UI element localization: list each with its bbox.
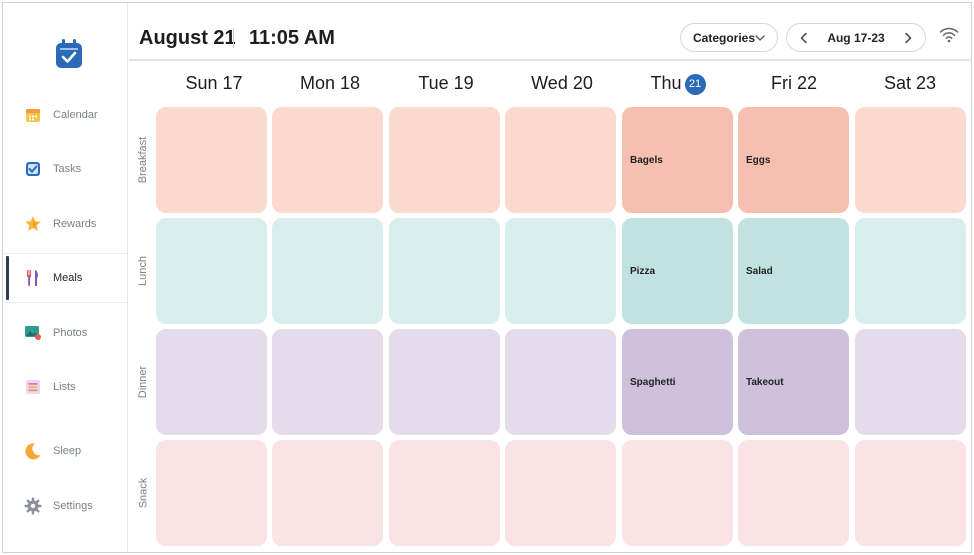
calendar-icon xyxy=(23,105,43,125)
day-label: Tue 19 xyxy=(418,73,474,93)
meal-cell[interactable]: Pizza xyxy=(622,218,733,324)
sidebar-item-photos[interactable]: Photos xyxy=(3,308,127,358)
today-badge: 21 xyxy=(684,74,706,95)
meal-cell[interactable] xyxy=(855,218,966,324)
app-logo-icon[interactable] xyxy=(54,38,84,70)
meal-cell[interactable] xyxy=(738,440,849,546)
meal-cell[interactable] xyxy=(272,440,383,546)
day-label: Sun 17 xyxy=(185,73,243,93)
meal-cell[interactable] xyxy=(272,329,383,435)
sidebar-item-label: Photos xyxy=(53,327,88,339)
star-icon xyxy=(23,214,43,234)
sidebar-item-meals[interactable]: Meals xyxy=(3,253,127,303)
chevron-right-icon[interactable] xyxy=(901,31,915,48)
categories-label: Categories xyxy=(693,30,756,45)
sidebar-item-label: Meals xyxy=(53,272,83,284)
meal-name: Bagels xyxy=(630,155,663,166)
day-label: Wed 20 xyxy=(531,73,593,93)
meal-cell[interactable]: Salad xyxy=(738,218,849,324)
gear-icon xyxy=(23,496,43,516)
row-label-breakfast: Breakfast xyxy=(129,107,157,213)
checkbox-icon xyxy=(23,159,43,179)
meal-cell[interactable]: Eggs xyxy=(738,107,849,213)
sidebar-item-label: Settings xyxy=(53,500,93,512)
meal-type-label: Dinner xyxy=(137,365,149,399)
sidebar-item-tasks[interactable]: Tasks xyxy=(3,144,127,194)
sidebar-item-rewards[interactable]: Rewards xyxy=(3,199,127,249)
meal-name: Eggs xyxy=(746,155,771,166)
meal-cell[interactable] xyxy=(156,107,267,213)
sidebar-item-calendar[interactable]: Calendar xyxy=(3,90,127,140)
day-header-thu: Thu 21 xyxy=(622,73,734,95)
day-header-sat: Sat 23 xyxy=(854,73,966,94)
row-label-lunch: Lunch xyxy=(129,218,157,324)
day-label: Mon 18 xyxy=(299,73,361,93)
fork-knife-icon xyxy=(23,268,43,288)
meal-name: Pizza xyxy=(630,266,656,277)
sidebar-item-label: Lists xyxy=(53,381,76,393)
row-label-dinner: Dinner xyxy=(129,329,157,435)
day-label: Thu xyxy=(650,73,682,93)
meal-cell[interactable] xyxy=(505,218,616,324)
meal-cell[interactable] xyxy=(855,440,966,546)
meal-cell[interactable] xyxy=(272,218,383,324)
meal-type-label: Lunch xyxy=(137,256,150,286)
meal-cell[interactable] xyxy=(272,107,383,213)
sidebar-item-sleep[interactable]: Sleep xyxy=(3,426,127,476)
meal-cell[interactable] xyxy=(156,440,267,546)
meal-name: Takeout xyxy=(746,377,784,388)
day-header-wed: Wed 20 xyxy=(506,73,618,94)
meal-cell[interactable] xyxy=(389,440,500,546)
row-label-snack: Snack xyxy=(129,440,157,546)
sidebar-item-label: Sleep xyxy=(53,445,82,457)
meal-cell[interactable] xyxy=(855,329,966,435)
day-label: Fri 22 xyxy=(770,73,817,93)
header-divider xyxy=(233,28,234,48)
meal-cell[interactable] xyxy=(855,107,966,213)
categories-dropdown[interactable]: Categories xyxy=(680,23,778,52)
meal-cell[interactable] xyxy=(505,440,616,546)
day-header-sun: Sun 17 xyxy=(158,73,270,94)
day-header-mon: Mon 18 xyxy=(274,73,386,94)
meal-cell[interactable] xyxy=(622,440,733,546)
current-date: August 21 xyxy=(139,27,236,49)
week-navigator: Aug 17-23 xyxy=(786,23,926,52)
moon-icon xyxy=(23,441,43,461)
sidebar-item-settings[interactable]: Settings xyxy=(3,481,127,531)
sidebar-item-lists[interactable]: Lists xyxy=(3,362,127,412)
meal-cell[interactable] xyxy=(389,329,500,435)
sidebar-item-label: Calendar xyxy=(53,109,98,121)
meal-cell[interactable] xyxy=(156,329,267,435)
top-bar: August 21 11:05 AM Categories Aug 17-23 xyxy=(129,3,972,61)
chevron-down-icon xyxy=(754,32,766,47)
meal-cell[interactable] xyxy=(505,329,616,435)
meal-cell[interactable] xyxy=(505,107,616,213)
meal-cell[interactable] xyxy=(389,218,500,324)
sidebar: Calendar Tasks Rewards Meals Photos List… xyxy=(3,3,128,552)
meal-type-label: Breakfast xyxy=(137,136,149,184)
meal-name: Salad xyxy=(746,266,773,277)
wifi-icon xyxy=(939,27,959,48)
current-time: 11:05 AM xyxy=(249,27,335,49)
meal-cell[interactable]: Spaghetti xyxy=(622,329,733,435)
sidebar-item-label: Rewards xyxy=(53,218,97,230)
meal-cell[interactable]: Takeout xyxy=(738,329,849,435)
meal-name: Spaghetti xyxy=(630,377,676,388)
app-window: Calendar Tasks Rewards Meals Photos List… xyxy=(2,2,972,553)
day-label: Sat 23 xyxy=(883,73,937,93)
meal-type-label: Snack xyxy=(137,477,150,509)
meal-cell[interactable]: Bagels xyxy=(622,107,733,213)
meal-cell[interactable] xyxy=(156,218,267,324)
list-icon xyxy=(23,377,43,397)
day-header-tue: Tue 19 xyxy=(390,73,502,94)
photo-icon xyxy=(23,323,43,343)
meal-cell[interactable] xyxy=(389,107,500,213)
day-header-fri: Fri 22 xyxy=(738,73,850,94)
sidebar-item-label: Tasks xyxy=(53,163,82,175)
